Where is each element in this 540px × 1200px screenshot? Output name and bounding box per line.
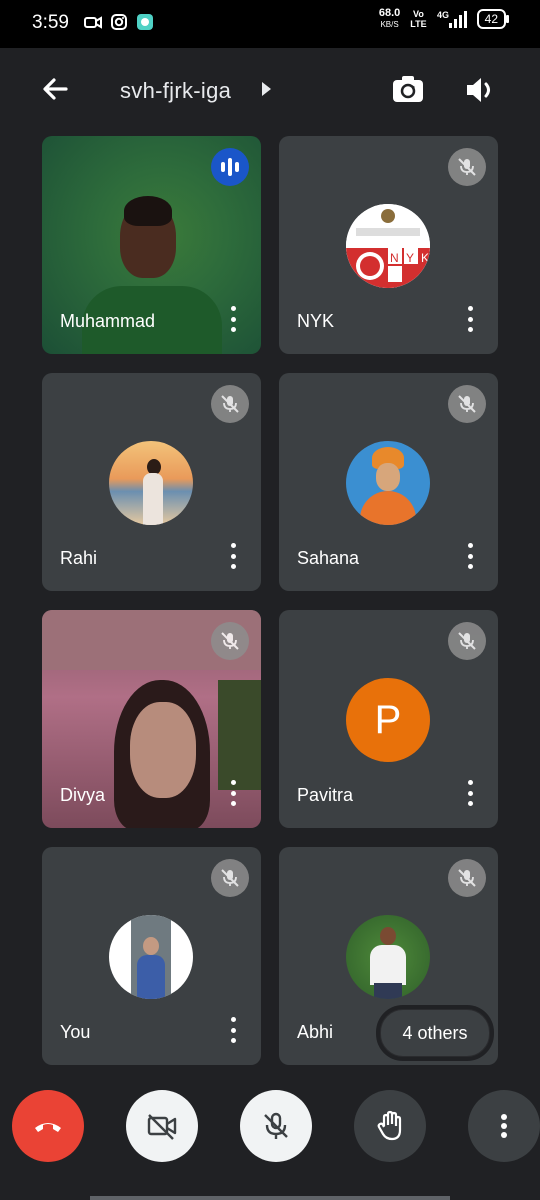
participant-tile-sahana[interactable]: Sahana <box>279 373 498 591</box>
participant-tile-divya[interactable]: Divya <box>42 610 261 828</box>
mic-toggle-button[interactable] <box>240 1090 312 1162</box>
participant-tile-muhammad[interactable]: Muhammad <box>42 136 261 354</box>
participant-name: Abhi <box>297 1022 334 1042</box>
more-options-icon[interactable] <box>229 780 237 806</box>
mic-off-icon <box>211 622 249 660</box>
speed-value: 68.0 <box>378 7 401 19</box>
profile-photo-avatar <box>109 441 193 525</box>
speaker-icon[interactable] <box>460 70 500 110</box>
speaking-indicator-icon <box>211 148 249 186</box>
camera-toggle-button[interactable] <box>126 1090 198 1162</box>
more-options-icon[interactable] <box>466 306 474 332</box>
network-speed: 68.0 KB/S <box>379 8 400 30</box>
participant-name: NYK <box>297 311 335 331</box>
participant-tile-pavitra[interactable]: P Pavitra <box>279 610 498 828</box>
status-bar: 3:59 68.0 KB/S Vo LTE 4G 42 <box>0 0 540 48</box>
chat-app-icon <box>137 14 153 30</box>
switch-camera-icon[interactable] <box>388 70 428 110</box>
gesture-nav-bar <box>90 1196 450 1200</box>
more-options-icon[interactable] <box>466 780 474 806</box>
profile-photo-avatar <box>346 441 430 525</box>
meeting-details-caret-icon[interactable] <box>262 82 271 96</box>
svg-text:K: K <box>421 251 429 265</box>
notification-icons <box>84 13 154 31</box>
more-options-icon[interactable] <box>229 1017 237 1043</box>
hang-up-icon <box>35 1123 61 1132</box>
participant-tile-rahi[interactable]: Rahi <box>42 373 261 591</box>
initial-avatar: P <box>346 678 430 762</box>
instagram-icon <box>111 14 127 30</box>
participant-name: You <box>60 1022 91 1042</box>
participant-video-window <box>218 680 261 790</box>
system-status: 68.0 KB/S Vo LTE 4G 42 <box>379 8 510 30</box>
nyk-logo-n: N <box>390 251 399 265</box>
volte-bottom: LTE <box>410 19 427 29</box>
participant-name: Rahi <box>60 548 98 568</box>
profile-photo-avatar <box>346 915 430 999</box>
participant-name: Sahana <box>297 548 360 568</box>
call-controls <box>0 1090 540 1200</box>
mic-off-icon <box>211 385 249 423</box>
signal-icon: 4G <box>437 10 467 28</box>
participant-name: Divya <box>60 785 106 805</box>
volte-top: Vo <box>413 9 424 19</box>
end-call-button[interactable] <box>12 1090 84 1162</box>
participant-tile-nyk[interactable]: N Y K NYK <box>279 136 498 354</box>
more-options-icon[interactable] <box>229 306 237 332</box>
meeting-code[interactable]: svh-fjrk-iga <box>120 78 231 104</box>
mic-off-icon <box>211 859 249 897</box>
nyk-logo-avatar: N Y K <box>346 204 430 288</box>
video-notification-icon <box>84 16 102 29</box>
participant-tile-you[interactable]: You <box>42 847 261 1065</box>
others-button[interactable]: 4 others <box>380 1009 490 1057</box>
more-options-icon[interactable] <box>229 543 237 569</box>
back-arrow-icon[interactable] <box>38 72 72 106</box>
camera-off-icon <box>147 1114 177 1140</box>
battery-indicator: 42 <box>476 9 510 29</box>
more-options-icon[interactable] <box>466 543 474 569</box>
mic-off-icon <box>448 859 486 897</box>
raise-hand-icon <box>377 1110 402 1141</box>
volte-indicator: Vo LTE <box>410 9 426 29</box>
svg-text:4G: 4G <box>437 10 449 20</box>
speed-unit: KB/S <box>380 20 399 29</box>
mic-off-icon <box>448 385 486 423</box>
participant-video-face <box>130 702 196 798</box>
call-header: svh-fjrk-iga <box>0 48 540 136</box>
participant-video-hair <box>124 196 172 226</box>
profile-photo-avatar <box>109 915 193 999</box>
mic-off-icon <box>448 148 486 186</box>
more-options-button[interactable] <box>468 1090 540 1162</box>
more-vertical-icon <box>501 1114 507 1138</box>
raise-hand-button[interactable] <box>354 1090 426 1162</box>
mic-off-icon <box>264 1112 288 1139</box>
participant-name: Muhammad <box>60 311 156 331</box>
participant-name: Pavitra <box>297 785 354 805</box>
clock: 3:59 <box>32 12 69 33</box>
mic-off-icon <box>448 622 486 660</box>
svg-text:Y: Y <box>406 251 414 265</box>
